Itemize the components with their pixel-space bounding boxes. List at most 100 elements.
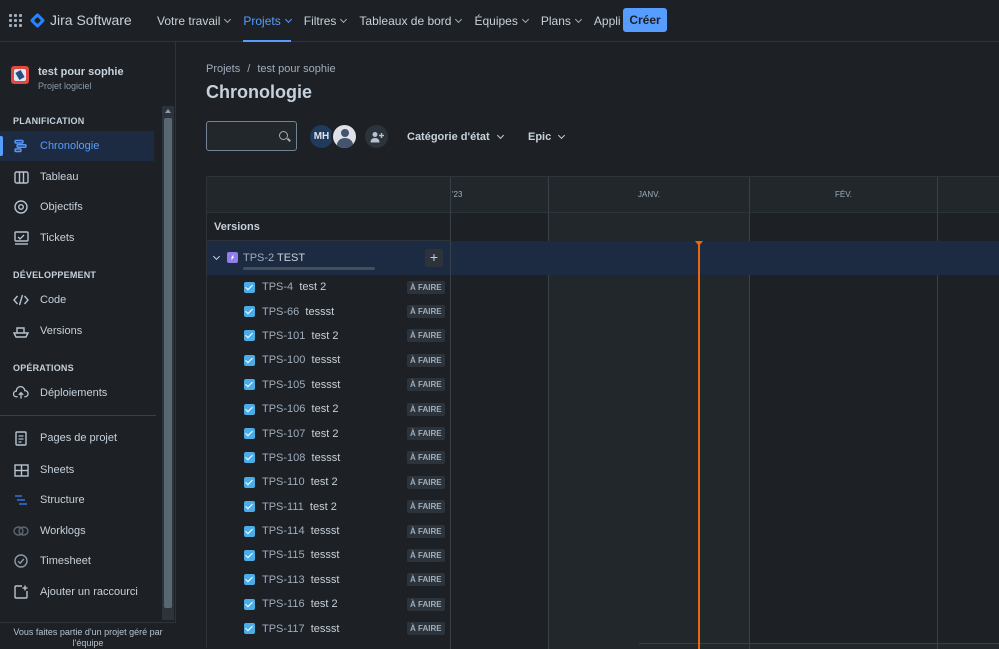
status-badge[interactable]: À FAIRE bbox=[407, 305, 445, 319]
status-badge[interactable]: À FAIRE bbox=[407, 524, 445, 538]
chevron-down-icon[interactable] bbox=[212, 252, 221, 261]
add-people-button[interactable] bbox=[365, 125, 388, 148]
timeline-search[interactable] bbox=[206, 121, 297, 151]
scroll-up-arrow-icon[interactable] bbox=[165, 109, 171, 113]
column-divider[interactable] bbox=[450, 177, 451, 649]
breadcrumb: Projets / test pour sophie bbox=[206, 63, 336, 75]
task-summary: test 2 bbox=[311, 329, 339, 342]
horizontal-scrollbar[interactable] bbox=[639, 643, 999, 649]
sidebar-item-timesheet[interactable]: Timesheet bbox=[0, 546, 154, 576]
epic-row[interactable]: TPS-2 TEST + bbox=[207, 241, 999, 275]
task-key[interactable]: TPS-107 test 2 bbox=[262, 428, 338, 440]
sidebar-item-versions[interactable]: Versions bbox=[0, 316, 154, 346]
task-key[interactable]: TPS-117 tessst bbox=[262, 623, 339, 635]
sidebar-item-pages-de-projet[interactable]: Pages de projet bbox=[0, 423, 154, 453]
table-row[interactable]: TPS-113 tessst À FAIRE bbox=[207, 568, 450, 592]
task-checkbox-icon bbox=[244, 549, 255, 561]
sidebar-item-chronologie[interactable]: Chronologie bbox=[0, 131, 154, 161]
nav-projets[interactable]: Projets bbox=[243, 0, 292, 42]
status-badge[interactable]: À FAIRE bbox=[407, 402, 445, 416]
task-key[interactable]: TPS-106 test 2 bbox=[262, 403, 338, 415]
add-child-button[interactable]: + bbox=[425, 249, 443, 267]
task-key[interactable]: TPS-4 test 2 bbox=[262, 281, 326, 293]
grid-line bbox=[548, 213, 549, 649]
timeline-header-left bbox=[207, 177, 450, 213]
table-row[interactable]: TPS-101 test 2 À FAIRE bbox=[207, 324, 450, 348]
nav-tableaux-de-bord[interactable]: Tableaux de bord bbox=[359, 0, 463, 42]
scroll-thumb[interactable] bbox=[164, 118, 172, 608]
sidebar-item-deploiements[interactable]: Déploiements bbox=[0, 378, 154, 408]
task-key[interactable]: TPS-101 test 2 bbox=[262, 330, 338, 342]
task-key[interactable]: TPS-111 test 2 bbox=[262, 501, 337, 513]
sidebar-item-code[interactable]: Code bbox=[0, 285, 154, 315]
table-row[interactable]: TPS-111 test 2 À FAIRE bbox=[207, 495, 450, 519]
nav-votre-travail[interactable]: Votre travail bbox=[157, 0, 232, 42]
task-key[interactable]: TPS-66 tessst bbox=[262, 306, 334, 318]
task-checkbox-icon bbox=[244, 330, 255, 342]
task-key[interactable]: TPS-114 tessst bbox=[262, 525, 339, 537]
sidebar-item-tickets[interactable]: Tickets bbox=[0, 223, 154, 253]
status-category-dropdown[interactable]: Catégorie d'état bbox=[407, 123, 504, 150]
table-row[interactable]: TPS-107 test 2 À FAIRE bbox=[207, 421, 450, 445]
sidebar-item-structure[interactable]: Structure bbox=[0, 485, 154, 515]
nav-plans[interactable]: Plans bbox=[541, 0, 582, 42]
task-key[interactable]: TPS-105 tessst bbox=[262, 379, 340, 391]
nav-equipes[interactable]: Équipes bbox=[474, 0, 529, 42]
table-row[interactable]: TPS-66 tessst À FAIRE bbox=[207, 299, 450, 323]
status-badge[interactable]: À FAIRE bbox=[407, 353, 445, 367]
status-badge[interactable]: À FAIRE bbox=[407, 475, 445, 489]
project-header[interactable]: test pour sophie Projet logiciel bbox=[11, 66, 124, 91]
status-badge[interactable]: À FAIRE bbox=[407, 451, 445, 465]
sidebar-item-sheets[interactable]: Sheets bbox=[0, 455, 154, 485]
avatar-user[interactable] bbox=[331, 123, 358, 150]
table-row[interactable]: TPS-115 tessst À FAIRE bbox=[207, 543, 450, 567]
app-switcher-icon[interactable] bbox=[9, 14, 22, 27]
sidebar-item-objectifs[interactable]: Objectifs bbox=[0, 192, 154, 222]
status-badge[interactable]: À FAIRE bbox=[407, 573, 445, 587]
status-badge[interactable]: À FAIRE bbox=[407, 597, 445, 611]
task-key[interactable]: TPS-115 tessst bbox=[262, 549, 339, 561]
table-row[interactable]: TPS-117 tessst À FAIRE bbox=[207, 616, 450, 640]
breadcrumb-projets[interactable]: Projets bbox=[206, 63, 240, 75]
jira-logo[interactable]: Jira Software bbox=[29, 12, 132, 28]
sidebar-item-tableau[interactable]: Tableau bbox=[0, 162, 154, 192]
table-row[interactable]: TPS-4 test 2 À FAIRE bbox=[207, 275, 450, 299]
task-summary: tessst bbox=[310, 622, 340, 635]
status-badge[interactable]: À FAIRE bbox=[407, 622, 445, 636]
status-badge[interactable]: À FAIRE bbox=[407, 280, 445, 294]
task-summary: test 2 bbox=[299, 281, 327, 294]
task-checkbox-icon bbox=[244, 403, 255, 415]
breadcrumb-project[interactable]: test pour sophie bbox=[257, 63, 335, 75]
jira-diamond-icon bbox=[29, 12, 46, 28]
table-row[interactable]: TPS-106 test 2 À FAIRE bbox=[207, 397, 450, 421]
table-row[interactable]: TPS-100 tessst À FAIRE bbox=[207, 348, 450, 372]
table-row[interactable]: TPS-116 test 2 À FAIRE bbox=[207, 592, 450, 616]
sidebar-item-label: Pages de projet bbox=[40, 432, 118, 444]
task-key[interactable]: TPS-113 tessst bbox=[262, 574, 339, 586]
task-key[interactable]: TPS-110 test 2 bbox=[262, 476, 338, 488]
table-row[interactable]: TPS-114 tessst À FAIRE bbox=[207, 519, 450, 543]
table-row[interactable]: TPS-110 test 2 À FAIRE bbox=[207, 470, 450, 494]
table-row[interactable]: TPS-105 tessst À FAIRE bbox=[207, 373, 450, 397]
nav-filtres[interactable]: Filtres bbox=[304, 0, 348, 42]
epic-dropdown[interactable]: Epic bbox=[528, 123, 566, 150]
status-badge[interactable]: À FAIRE bbox=[407, 548, 445, 562]
search-input[interactable] bbox=[207, 122, 277, 148]
current-month-shade bbox=[548, 213, 749, 649]
add-person-icon bbox=[370, 131, 384, 142]
versions-row[interactable]: Versions bbox=[207, 213, 450, 241]
task-key[interactable]: TPS-108 tessst bbox=[262, 452, 340, 464]
status-badge[interactable]: À FAIRE bbox=[407, 427, 445, 441]
create-button[interactable]: Créer bbox=[623, 8, 667, 32]
task-key[interactable]: TPS-100 tessst bbox=[262, 354, 340, 366]
epic-key[interactable]: TPS-2 bbox=[243, 252, 274, 264]
task-key[interactable]: TPS-116 test 2 bbox=[262, 598, 338, 610]
status-badge[interactable]: À FAIRE bbox=[407, 500, 445, 514]
chevron-down-icon bbox=[521, 15, 529, 24]
status-badge[interactable]: À FAIRE bbox=[407, 378, 445, 392]
sidebar-item-ajouter-raccourci[interactable]: Ajouter un raccourci bbox=[0, 577, 154, 607]
sidebar-scrollbar[interactable] bbox=[162, 106, 174, 628]
status-badge[interactable]: À FAIRE bbox=[407, 329, 445, 343]
table-row[interactable]: TPS-108 tessst À FAIRE bbox=[207, 446, 450, 470]
sidebar-item-worklogs[interactable]: Worklogs bbox=[0, 516, 154, 546]
